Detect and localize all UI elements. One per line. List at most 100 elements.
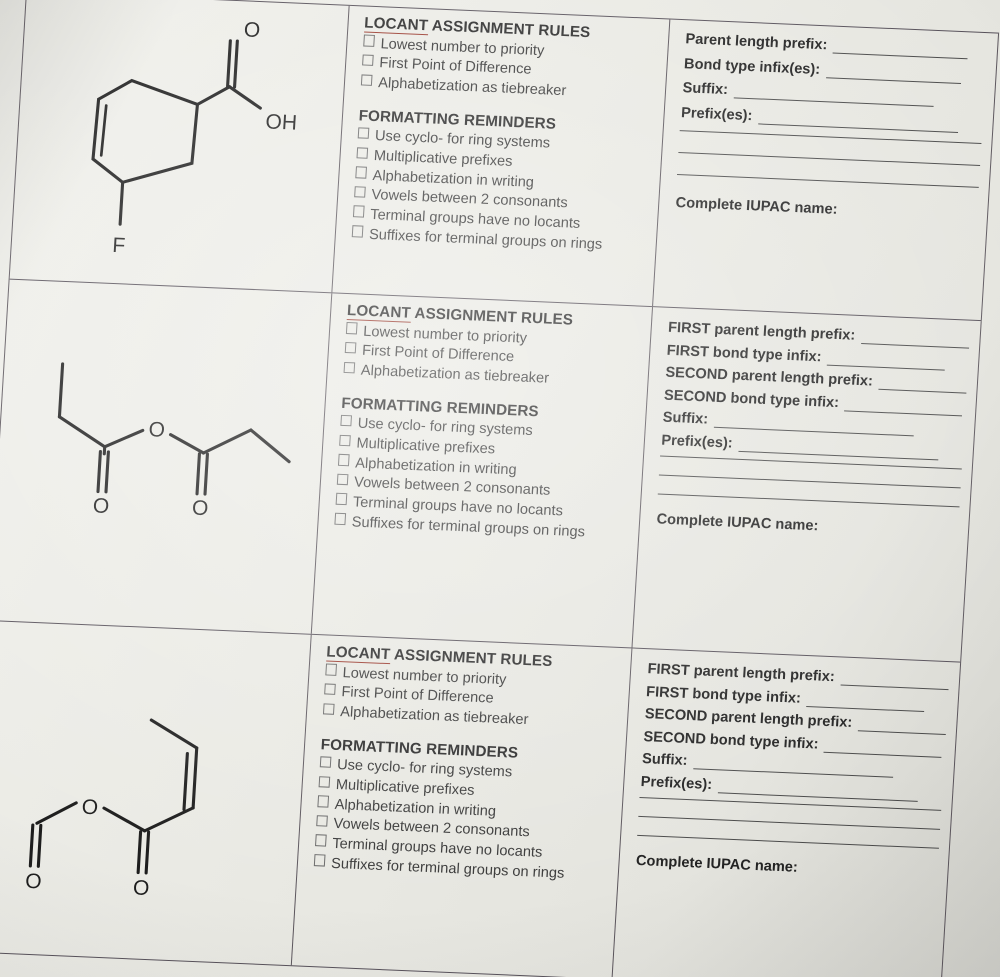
answer-field-blank[interactable] xyxy=(860,330,970,349)
checkbox-icon[interactable] xyxy=(353,185,366,198)
checkbox-icon[interactable] xyxy=(315,814,329,827)
answer-field-blank[interactable] xyxy=(825,63,962,84)
answer-extra-blank-line[interactable] xyxy=(658,492,960,508)
checkbox-icon[interactable] xyxy=(336,473,349,486)
answer-field-label: Prefix(es): xyxy=(680,104,753,124)
checkbox-icon[interactable] xyxy=(344,341,357,354)
structure-drawing-mixed-formic-butenoic-anhydride: O O O xyxy=(25,718,199,900)
answer-field-blank[interactable] xyxy=(823,738,943,758)
locant-heading-underlined-word: LOCANT xyxy=(363,14,429,36)
checkbox-icon[interactable] xyxy=(343,361,356,374)
checkbox-icon[interactable] xyxy=(319,756,332,769)
locant-heading-underlined-word: LOCANT xyxy=(346,302,412,323)
answer-field-label: Prefix(es): xyxy=(660,432,734,452)
answer-field-blank[interactable] xyxy=(844,396,964,416)
checkbox-icon[interactable] xyxy=(338,434,352,447)
answer-field-blank[interactable] xyxy=(733,84,935,107)
atom-label-oh: OH xyxy=(265,110,298,134)
structure-drawing-fluorocyclohexene-carboxylic-acid: O OH F xyxy=(91,18,298,257)
atom-label-o: O xyxy=(243,18,261,42)
checkbox-icon[interactable] xyxy=(357,127,370,140)
worksheet-table: O OH F LOCANT ASSIGNMENT RULES Lowest nu… xyxy=(0,0,1000,977)
atom-label-carbonyl-o-right: O xyxy=(191,497,209,521)
atom-label-formyl-o: O xyxy=(25,870,43,894)
answer-field-label: Parent length prefix: xyxy=(685,31,828,54)
answer-field-label: SECOND parent length prefix: xyxy=(664,364,874,390)
answers-cell-1: Parent length prefix: Bond type infix(es… xyxy=(652,19,1000,321)
complete-iupac-name-label: Complete IUPAC name: xyxy=(635,852,799,876)
answer-field[interactable]: Suffix: xyxy=(682,80,994,109)
atom-label-bridge-o: O xyxy=(148,418,166,442)
answer-extra-blank-line[interactable] xyxy=(678,151,981,166)
answer-field-blank[interactable] xyxy=(832,39,969,60)
answer-field-blank[interactable] xyxy=(717,778,919,802)
answer-field-blank[interactable] xyxy=(738,437,939,460)
rules-cell-1: LOCANT ASSIGNMENT RULES Lowest number to… xyxy=(331,5,670,307)
answer-extra-blank-line[interactable] xyxy=(659,473,961,489)
answer-field-label: SECOND parent length prefix: xyxy=(644,706,853,731)
checkbox-icon[interactable] xyxy=(352,205,365,218)
answer-field[interactable]: Bond type infix(es): xyxy=(684,56,996,85)
answer-field-label: Suffix: xyxy=(662,409,709,428)
rules-block: LOCANT ASSIGNMENT RULES Lowest number to… xyxy=(335,6,670,257)
answer-fields-block: FIRST parent length prefix: FIRST bond t… xyxy=(640,307,981,541)
answer-extra-blank-line[interactable] xyxy=(637,833,940,849)
answer-extra-blank-line[interactable] xyxy=(677,173,979,188)
answer-field-blank[interactable] xyxy=(713,413,915,437)
answer-extra-blank-line[interactable] xyxy=(638,814,941,830)
answer-field-blank[interactable] xyxy=(840,671,950,691)
answer-field-blank[interactable] xyxy=(827,351,946,371)
answer-field[interactable]: Prefix(es): xyxy=(681,105,993,134)
checkbox-icon[interactable] xyxy=(335,493,348,506)
checkbox-icon[interactable] xyxy=(360,73,373,86)
checkbox-icon[interactable] xyxy=(323,683,336,696)
checkbox-icon[interactable] xyxy=(351,225,364,238)
answer-fields-block: FIRST parent length prefix: FIRST bond t… xyxy=(620,649,961,883)
checkbox-icon[interactable] xyxy=(354,166,368,179)
structure-drawing-propanoic-anhydride: O O O xyxy=(57,362,291,521)
table-row: O O O LOCANT ASSIGNMENT RULES Lowest num… xyxy=(0,279,982,663)
answer-field-blank[interactable] xyxy=(693,755,894,778)
checkbox-icon[interactable] xyxy=(317,795,330,808)
answer-field-label: SECOND bond type infix: xyxy=(663,387,840,411)
answer-fields-block: Parent length prefix: Bond type infix(es… xyxy=(659,20,998,225)
answer-field-label: Bond type infix(es): xyxy=(683,55,821,78)
checkbox-icon[interactable] xyxy=(313,854,326,867)
checkbox-icon[interactable] xyxy=(356,146,369,159)
answer-field-label: Suffix: xyxy=(641,751,688,769)
checkbox-icon[interactable] xyxy=(345,322,358,335)
table-row: O OH F LOCANT ASSIGNMENT RULES Lowest nu… xyxy=(9,0,1000,322)
checkbox-icon[interactable] xyxy=(314,834,327,847)
photographed-worksheet-page: O OH F LOCANT ASSIGNMENT RULES Lowest nu… xyxy=(0,0,1000,977)
checkbox-icon[interactable] xyxy=(318,775,331,788)
structure-cell-1: O OH F xyxy=(10,0,349,292)
answer-field-blank[interactable] xyxy=(857,717,947,735)
answer-field-label: FIRST bond type infix: xyxy=(645,683,802,707)
checkbox-icon[interactable] xyxy=(324,663,338,676)
checkbox-icon[interactable] xyxy=(334,512,347,525)
checkbox-icon[interactable] xyxy=(337,453,350,466)
rules-cell-3: LOCANT ASSIGNMENT RULES Lowest number to… xyxy=(290,634,632,977)
structure-cell-2: O O O xyxy=(0,280,331,634)
checkbox-icon[interactable] xyxy=(322,702,335,715)
atom-label-carbonyl-o-left: O xyxy=(92,494,110,518)
atom-label-carbonyl-o: O xyxy=(132,876,150,900)
atom-label-bridge-o: O xyxy=(81,796,99,820)
answers-cell-2: FIRST parent length prefix: FIRST bond t… xyxy=(631,307,982,662)
rules-block: LOCANT ASSIGNMENT RULES Lowest number to… xyxy=(318,293,653,544)
answer-field-blank[interactable] xyxy=(878,375,968,394)
answers-cell-3: FIRST parent length prefix: FIRST bond t… xyxy=(611,648,962,977)
answer-field-label: FIRST bond type infix: xyxy=(666,342,822,365)
checkbox-icon[interactable] xyxy=(362,34,376,47)
checkbox-icon[interactable] xyxy=(340,414,353,427)
answer-field-label: FIRST parent length prefix: xyxy=(647,661,836,686)
complete-iupac-name-label: Complete IUPAC name: xyxy=(675,194,838,218)
answer-field-blank[interactable] xyxy=(757,109,959,133)
rules-cell-2: LOCANT ASSIGNMENT RULES Lowest number to… xyxy=(310,293,653,648)
answer-field-blank[interactable] xyxy=(806,692,926,712)
locant-heading-underlined-word: LOCANT xyxy=(325,643,391,665)
answer-field-label: Prefix(es): xyxy=(640,773,713,793)
checkbox-icon[interactable] xyxy=(361,54,374,67)
answer-field[interactable]: Parent length prefix: xyxy=(685,31,997,60)
worksheet-table-wrapper: O OH F LOCANT ASSIGNMENT RULES Lowest nu… xyxy=(0,0,1000,977)
